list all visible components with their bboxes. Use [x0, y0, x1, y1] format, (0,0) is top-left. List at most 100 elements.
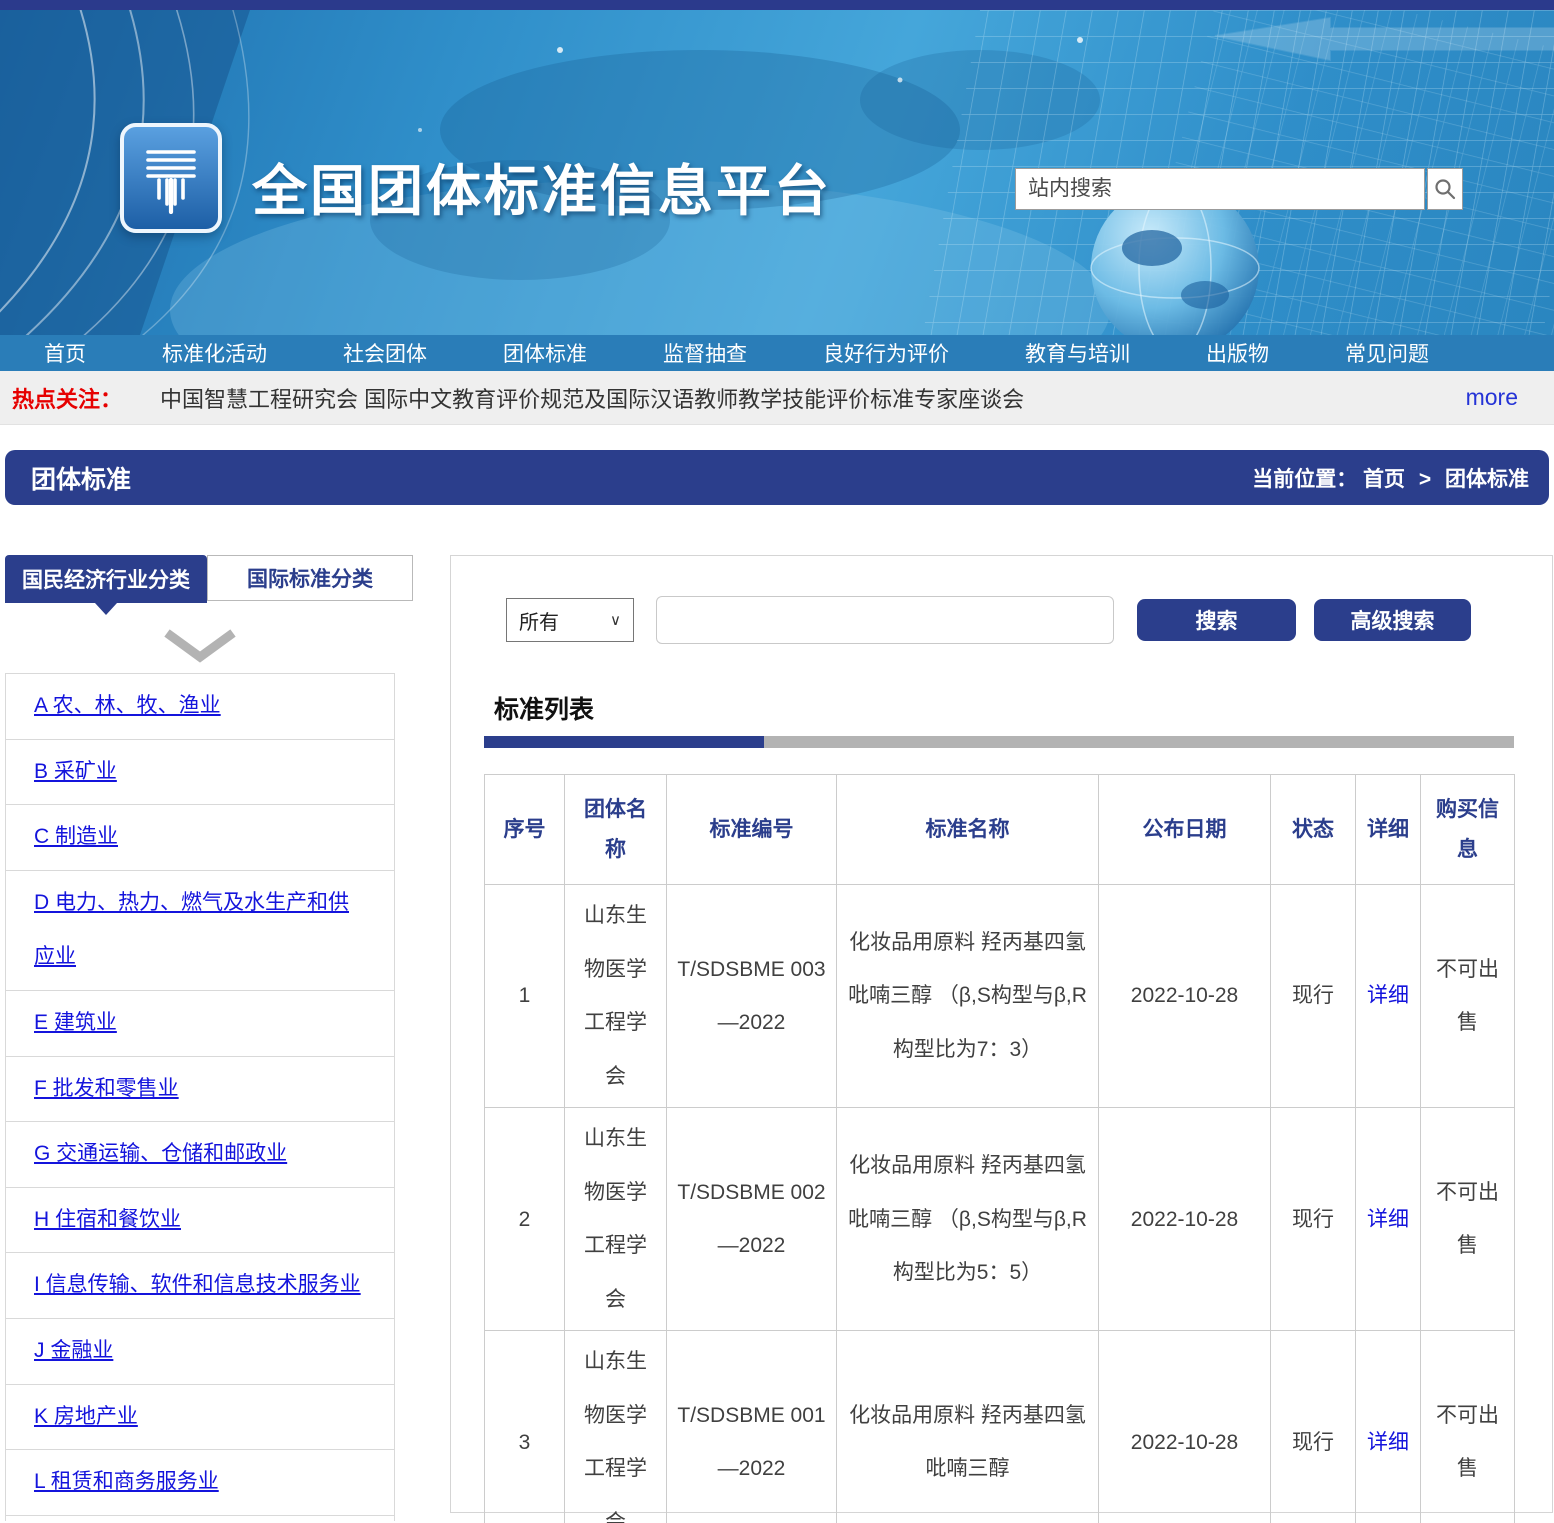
- category-select[interactable]: 所有 ∨: [506, 598, 634, 642]
- tab-label: 国民经济行业分类: [22, 564, 190, 594]
- tab-international-standard-classification[interactable]: 国际标准分类: [207, 555, 413, 601]
- cell-org: 山东生物医学工程学会: [565, 1331, 667, 1523]
- hot-topics-bar: 热点关注： 中国智慧工程研究会 国际中文教育评价规范及国际汉语教师教学技能评价标…: [0, 371, 1554, 425]
- cell-detail: 详细: [1356, 885, 1421, 1108]
- nav-item-supervision[interactable]: 监督抽查: [625, 338, 785, 368]
- cell-date: 2022-10-28: [1099, 1108, 1271, 1331]
- nav-item-good-behavior[interactable]: 良好行为评价: [785, 338, 987, 368]
- more-link[interactable]: more: [1466, 384, 1518, 411]
- main-nav: 首页 标准化活动 社会团体 团体标准 监督抽查 良好行为评价 教育与培训 出版物…: [0, 335, 1554, 371]
- platform-logo-glyph: [140, 142, 202, 214]
- category-item-j[interactable]: J 金融业: [6, 1319, 394, 1385]
- cell-date: 2022-10-28: [1099, 1331, 1271, 1523]
- cell-purchase: 不可出售: [1421, 885, 1515, 1108]
- site-search-button[interactable]: [1427, 168, 1463, 210]
- cell-org: 山东生物医学工程学会: [565, 885, 667, 1108]
- col-org: 团体名称: [565, 775, 667, 885]
- page-title: 团体标准: [31, 460, 131, 496]
- cell-status: 现行: [1271, 1331, 1356, 1523]
- nav-item-publications[interactable]: 出版物: [1168, 338, 1307, 368]
- category-item-g[interactable]: G 交通运输、仓储和邮政业: [6, 1122, 394, 1188]
- nav-item-education-training[interactable]: 教育与培训: [987, 338, 1168, 368]
- site-search: [1015, 168, 1463, 210]
- hot-topic-headline[interactable]: 中国智慧工程研究会 国际中文教育评价规范及国际汉语教师教学技能评价标准专家座谈会: [160, 382, 1024, 414]
- breadcrumb-current-link[interactable]: 团体标准: [1445, 468, 1529, 491]
- breadcrumb-label: 当前位置：: [1252, 468, 1357, 491]
- cell-status: 现行: [1271, 885, 1356, 1108]
- cell-seq: 1: [485, 885, 565, 1108]
- top-strip: [0, 0, 1554, 10]
- platform-logo[interactable]: [120, 123, 222, 233]
- category-list: A 农、林、牧、渔业 B 采矿业 C 制造业 D 电力、热力、燃气及水生产和供应…: [5, 673, 395, 1521]
- table-row: 3 山东生物医学工程学会 T/SDSBME 001—2022 化妆品用原料 羟丙…: [485, 1331, 1515, 1523]
- cell-date: 2022-10-28: [1099, 885, 1271, 1108]
- col-seq: 序号: [485, 775, 565, 885]
- section-bar: 团体标准 当前位置： 首页 > 团体标准: [5, 450, 1549, 505]
- standards-table: 序号 团体名称 标准编号 标准名称 公布日期 状态 详细 购买信息 1 山东生物…: [484, 774, 1515, 1523]
- detail-link[interactable]: 详细: [1367, 1431, 1409, 1454]
- search-icon: [1434, 178, 1456, 200]
- nav-item-home[interactable]: 首页: [6, 338, 124, 368]
- category-item-i[interactable]: I 信息传输、软件和信息技术服务业: [6, 1253, 394, 1319]
- search-button[interactable]: 搜索: [1137, 599, 1296, 641]
- category-item-h[interactable]: H 住宿和餐饮业: [6, 1188, 394, 1254]
- cell-org: 山东生物医学工程学会: [565, 1108, 667, 1331]
- col-purchase: 购买信息: [1421, 775, 1515, 885]
- category-sidebar: 国民经济行业分类 国际标准分类 A 农、林、牧、渔业 B 采矿业 C 制造业 D…: [5, 555, 415, 1521]
- category-item-f[interactable]: F 批发和零售业: [6, 1057, 394, 1123]
- cell-code: T/SDSBME 001—2022: [667, 1331, 837, 1523]
- tab-label: 国际标准分类: [247, 563, 373, 593]
- page: 全国团体标准信息平台 首页 标准化活动 社会团体 团体标准 监督抽查 良好行为评…: [0, 0, 1554, 1523]
- cell-seq: 2: [485, 1108, 565, 1331]
- nav-item-social-organizations[interactable]: 社会团体: [305, 338, 465, 368]
- site-title: 全国团体标准信息平台: [252, 146, 832, 226]
- chevron-down-icon: [161, 627, 239, 663]
- category-item-l[interactable]: L 租赁和商务服务业: [6, 1450, 394, 1516]
- cell-name: 化妆品用原料 羟丙基四氢吡喃三醇: [837, 1331, 1099, 1523]
- cell-purchase: 不可出售: [1421, 1331, 1515, 1523]
- detail-link[interactable]: 详细: [1367, 984, 1409, 1007]
- category-item-k[interactable]: K 房地产业: [6, 1385, 394, 1451]
- cell-name: 化妆品用原料 羟丙基四氢吡喃三醇 （β,S构型与β,R构型比为7：3）: [837, 885, 1099, 1108]
- col-name: 标准名称: [837, 775, 1099, 885]
- cell-purchase: 不可出售: [1421, 1108, 1515, 1331]
- breadcrumb-home-link[interactable]: 首页: [1363, 468, 1405, 491]
- breadcrumb-separator: >: [1419, 468, 1431, 491]
- category-select-value: 所有: [519, 606, 559, 635]
- category-item-b[interactable]: B 采矿业: [6, 740, 394, 806]
- standards-panel: 所有 ∨ 搜索 高级搜索 标准列表 序号 团体名称 标准编号 标准名称: [450, 555, 1553, 1513]
- title-underline-bar: [484, 736, 1514, 748]
- cell-status: 现行: [1271, 1108, 1356, 1331]
- category-item-d[interactable]: D 电力、热力、燃气及水生产和供应业: [6, 871, 394, 991]
- search-toolbar: 所有 ∨ 搜索 高级搜索: [506, 596, 1552, 644]
- standard-search-input[interactable]: [656, 596, 1114, 644]
- active-tab-pointer: [95, 603, 117, 615]
- title-underline-accent: [484, 736, 764, 748]
- cell-detail: 详细: [1356, 1331, 1421, 1523]
- table-row: 2 山东生物医学工程学会 T/SDSBME 002—2022 化妆品用原料 羟丙…: [485, 1108, 1515, 1331]
- col-date: 公布日期: [1099, 775, 1271, 885]
- cell-code: T/SDSBME 002—2022: [667, 1108, 837, 1331]
- nav-item-standardization-activities[interactable]: 标准化活动: [124, 338, 305, 368]
- col-detail: 详细: [1356, 775, 1421, 885]
- category-item-e[interactable]: E 建筑业: [6, 991, 394, 1057]
- hot-topics-label: 热点关注：: [12, 382, 122, 414]
- nav-item-faq[interactable]: 常见问题: [1307, 338, 1467, 368]
- category-item-c[interactable]: C 制造业: [6, 805, 394, 871]
- tab-national-economy-classification[interactable]: 国民经济行业分类: [5, 555, 207, 603]
- category-item-a[interactable]: A 农、林、牧、渔业: [6, 674, 394, 740]
- col-status: 状态: [1271, 775, 1356, 885]
- advanced-search-button[interactable]: 高级搜索: [1314, 599, 1471, 641]
- site-banner: 全国团体标准信息平台: [0, 10, 1554, 335]
- site-search-input[interactable]: [1015, 168, 1425, 210]
- col-code: 标准编号: [667, 775, 837, 885]
- cell-code: T/SDSBME 003—2022: [667, 885, 837, 1108]
- cell-seq: 3: [485, 1331, 565, 1523]
- nav-item-group-standards[interactable]: 团体标准: [465, 338, 625, 368]
- cell-name: 化妆品用原料 羟丙基四氢吡喃三醇 （β,S构型与β,R构型比为5：5）: [837, 1108, 1099, 1331]
- table-header-row: 序号 团体名称 标准编号 标准名称 公布日期 状态 详细 购买信息: [485, 775, 1515, 885]
- chevron-down-icon: ∨: [610, 611, 621, 629]
- category-tabs: 国民经济行业分类 国际标准分类: [5, 555, 415, 603]
- table-row: 1 山东生物医学工程学会 T/SDSBME 003—2022 化妆品用原料 羟丙…: [485, 885, 1515, 1108]
- detail-link[interactable]: 详细: [1367, 1208, 1409, 1231]
